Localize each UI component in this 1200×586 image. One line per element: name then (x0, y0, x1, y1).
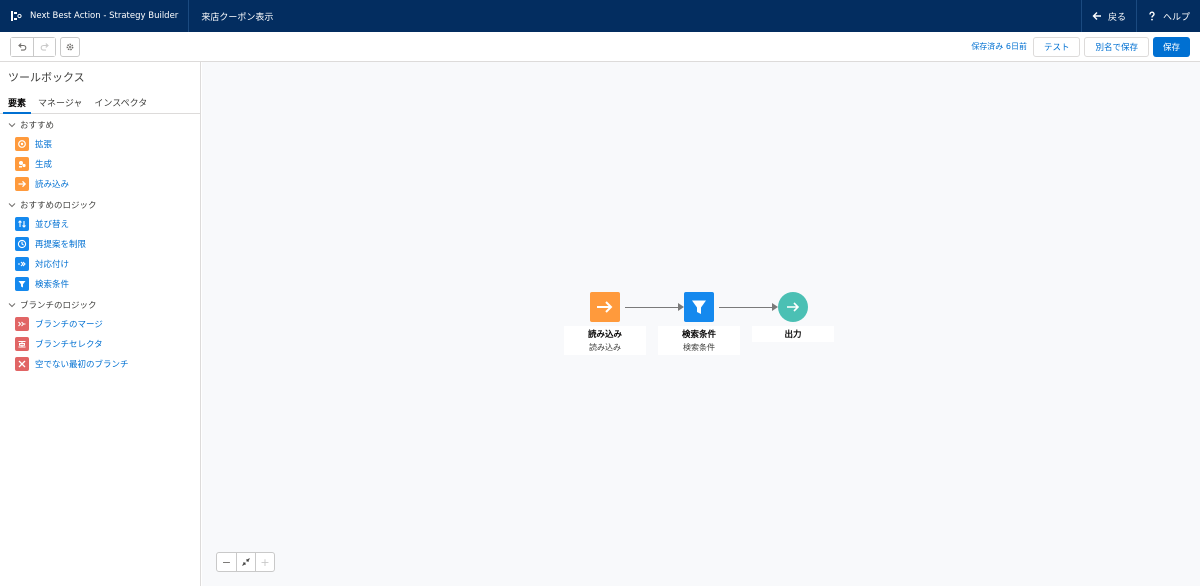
item-label: 再提案を制限 (35, 240, 87, 250)
enhance-icon (15, 137, 29, 151)
redo-icon (40, 42, 49, 51)
output-arrow-icon (778, 292, 808, 322)
clock-icon (15, 237, 29, 251)
toolbox-item-limit-reoffers[interactable]: 再提案を制限 (0, 234, 200, 254)
app-title: Next Best Action - Strategy Builder (30, 11, 179, 21)
item-label: 読み込み (35, 180, 70, 190)
strategy-builder-icon (11, 11, 22, 21)
save-as-button[interactable]: 別名で保存 (1084, 36, 1149, 57)
save-button[interactable]: 保存 (1152, 36, 1190, 57)
item-label: 検索条件 (35, 280, 70, 290)
tab-manager[interactable]: マネージャ (33, 90, 87, 113)
app-launcher[interactable]: Next Best Action - Strategy Builder (0, 0, 190, 32)
generate-icon (15, 157, 29, 171)
question-icon (1149, 11, 1155, 21)
section-label: ブランチのロジック (20, 301, 97, 311)
node-output[interactable]: 出力 (752, 292, 834, 342)
toolbox-item-branch-selector[interactable]: ブランチセレクタ (0, 334, 200, 354)
node-title: 出力 (784, 330, 802, 340)
fit-screen-icon (242, 558, 250, 566)
tab-elements[interactable]: 要素 (3, 90, 32, 114)
item-label: ブランチセレクタ (35, 340, 103, 350)
toolbox-tabs: 要素 マネージャ インスペクタ (0, 90, 200, 114)
cross-icon (15, 357, 29, 371)
selector-icon (15, 337, 29, 351)
help-label: ヘルプ (1162, 12, 1190, 23)
map-icon (15, 257, 29, 271)
node-load[interactable]: 読み込み 読み込み (564, 292, 646, 355)
node-filter[interactable]: 検索条件 検索条件 (658, 292, 740, 355)
section-label: おすすめ (20, 121, 55, 131)
item-label: 拡張 (35, 140, 53, 150)
toolbox-panel: ツールボックス 要素 マネージャ インスペクタ おすすめ 拡張 生成 読み込み … (0, 62, 201, 586)
undo-button[interactable] (11, 37, 33, 56)
item-label: ブランチのマージ (35, 320, 103, 330)
toolbox-item-generate[interactable]: 生成 (0, 154, 200, 174)
toolbox-item-first-non-empty[interactable]: 空でない最初のブランチ (0, 354, 200, 374)
global-header: Next Best Action - Strategy Builder 来店クー… (0, 0, 1200, 32)
chevron-down-icon (8, 123, 16, 128)
zoom-out-button[interactable]: − (217, 553, 236, 571)
node-caption: 読み込み 読み込み (564, 326, 646, 355)
builder-toolbar: 保存済み 6日前 テスト 別名で保存 保存 (0, 32, 1200, 62)
item-label: 並び替え (35, 220, 70, 230)
test-button[interactable]: テスト (1032, 36, 1081, 57)
undo-icon (18, 42, 27, 51)
section-label: おすすめのロジック (20, 201, 97, 211)
help-button[interactable]: ヘルプ (1135, 0, 1200, 32)
item-label: 生成 (35, 160, 53, 170)
node-title: 読み込み (587, 330, 622, 340)
node-subtitle: 読み込み (589, 343, 621, 352)
chevron-down-icon (8, 303, 16, 308)
strategy-canvas[interactable]: 読み込み 読み込み 検索条件 検索条件 出力 − + (202, 62, 1200, 586)
section-recommendation-logic[interactable]: おすすめのロジック (0, 196, 200, 214)
node-caption: 出力 (752, 326, 834, 342)
zoom-in-button[interactable]: + (255, 553, 274, 571)
settings-button[interactable] (60, 36, 80, 57)
merge-icon (15, 317, 29, 331)
section-branch-logic[interactable]: ブランチのロジック (0, 296, 200, 314)
redo-button[interactable] (33, 37, 55, 56)
item-label: 対応付け (35, 260, 70, 270)
item-label: 空でない最初のブランチ (35, 360, 129, 370)
undo-redo-group (10, 36, 56, 57)
toolbox-item-load[interactable]: 読み込み (0, 174, 200, 194)
back-label: 戻る (1107, 12, 1126, 23)
toolbox-item-enhance[interactable]: 拡張 (0, 134, 200, 154)
node-subtitle: 検索条件 (683, 343, 715, 352)
load-arrow-icon (590, 292, 620, 322)
filter-icon (684, 292, 714, 322)
filter-icon (15, 277, 29, 291)
chevron-down-icon (8, 203, 16, 208)
toolbox-item-sort[interactable]: 並び替え (0, 214, 200, 234)
toolbox-item-map[interactable]: 対応付け (0, 254, 200, 274)
node-title: 検索条件 (681, 330, 716, 340)
toolbox-item-branch-merge[interactable]: ブランチのマージ (0, 314, 200, 334)
fit-to-screen-button[interactable] (236, 553, 255, 571)
node-caption: 検索条件 検索条件 (658, 326, 740, 355)
sort-icon (15, 217, 29, 231)
zoom-controls: − + (216, 552, 275, 572)
strategy-name: 来店クーポン表示 (201, 12, 274, 23)
load-arrow-icon (15, 177, 29, 191)
gear-icon (66, 43, 74, 50)
toolbox-item-filter[interactable]: 検索条件 (0, 274, 200, 294)
saved-status: 保存済み 6日前 (971, 42, 1027, 51)
toolbox-title: ツールボックス (8, 71, 85, 84)
tab-inspector[interactable]: インスペクタ (89, 90, 152, 113)
arrow-left-icon (1092, 12, 1101, 20)
section-recommendations[interactable]: おすすめ (0, 116, 200, 134)
back-button[interactable]: 戻る (1080, 0, 1136, 32)
